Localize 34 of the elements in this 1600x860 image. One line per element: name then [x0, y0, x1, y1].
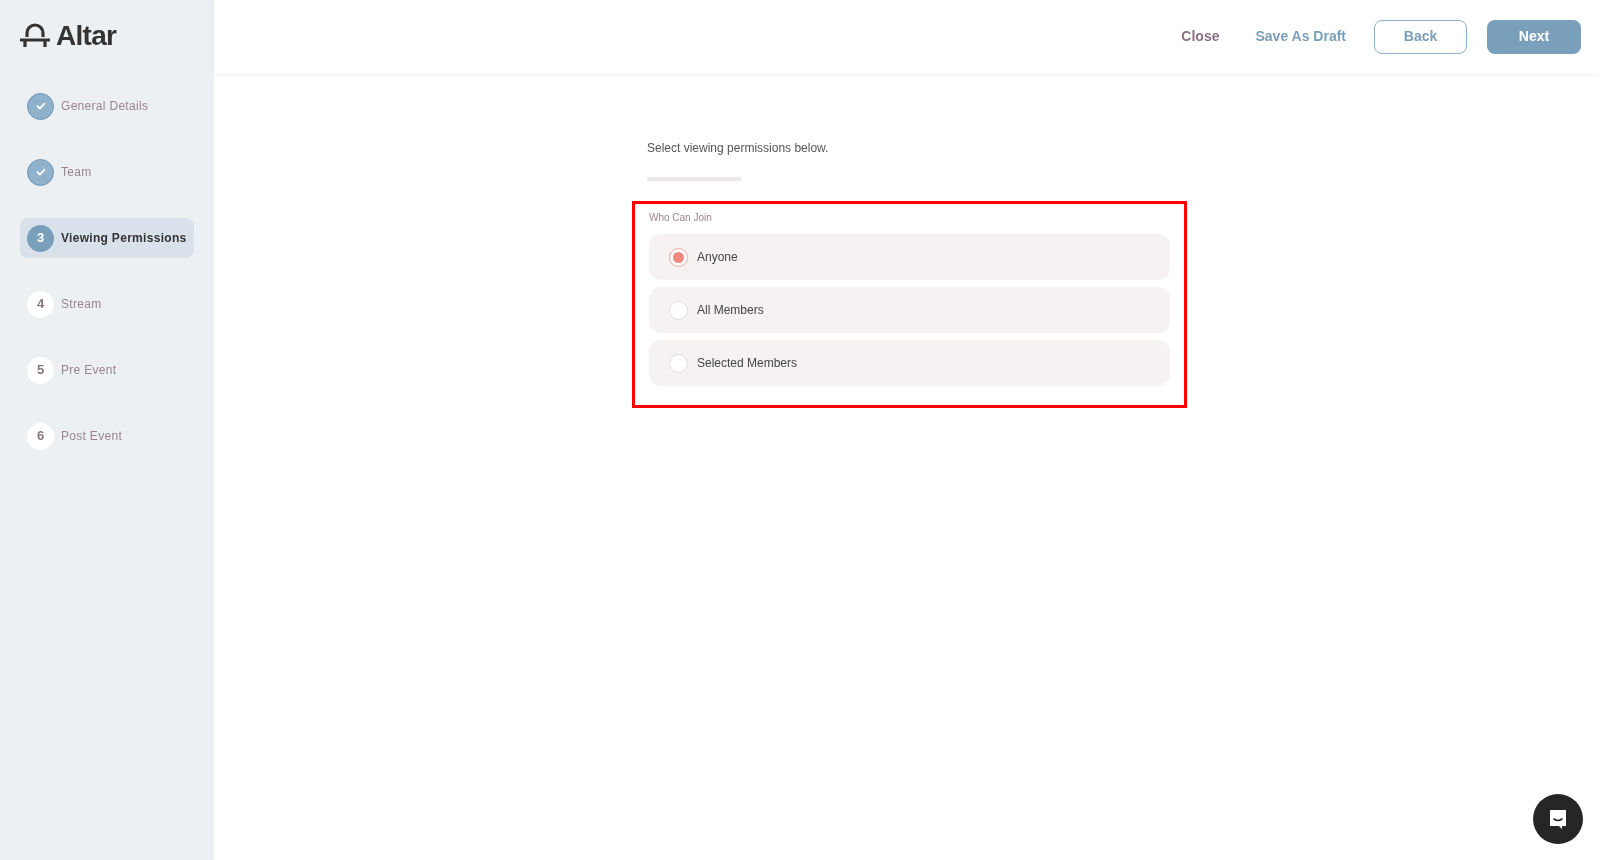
step-item[interactable]: 5 Pre Event — [20, 350, 194, 390]
step-number: 4 — [27, 290, 54, 318]
logo-icon — [20, 23, 50, 49]
option-label: Anyone — [697, 249, 738, 266]
radio-option[interactable]: Anyone — [649, 234, 1170, 280]
intro-text: Select viewing permissions below. — [647, 140, 830, 157]
header-button[interactable]: Next — [1487, 19, 1581, 54]
option-label: All Members — [697, 302, 764, 319]
step-label: General Details — [61, 98, 149, 115]
radio-option[interactable]: Selected Members — [649, 340, 1170, 386]
radio-button[interactable] — [669, 353, 688, 373]
chat-button[interactable] — [1533, 794, 1583, 844]
step-label: Pre Event — [61, 362, 117, 379]
step-item[interactable]: Team — [20, 152, 194, 192]
header-button[interactable]: Save As Draft — [1247, 19, 1354, 54]
step-label: Post Event — [61, 428, 123, 445]
step-number: 6 — [27, 422, 54, 450]
header-button[interactable]: Close — [1173, 19, 1228, 54]
logo-text: Altar — [56, 22, 117, 50]
step-number: 5 — [27, 356, 54, 384]
section-label: Who Can Join — [649, 211, 713, 225]
step-item[interactable]: 4 Stream — [20, 284, 194, 324]
option-label: Selected Members — [697, 355, 798, 372]
step-item[interactable]: General Details — [20, 86, 194, 126]
step-label: Stream — [61, 296, 102, 313]
header-button[interactable]: Back — [1374, 19, 1467, 54]
step-number: 3 — [27, 224, 54, 252]
step-label: Team — [61, 164, 92, 181]
radio-button[interactable] — [669, 247, 688, 267]
step-item[interactable]: 3 Viewing Permissions — [20, 218, 194, 258]
step-item[interactable]: 6 Post Event — [20, 416, 194, 456]
radio-button[interactable] — [669, 300, 688, 320]
radio-option[interactable]: All Members — [649, 287, 1170, 333]
step-label: Viewing Permissions — [61, 230, 187, 247]
